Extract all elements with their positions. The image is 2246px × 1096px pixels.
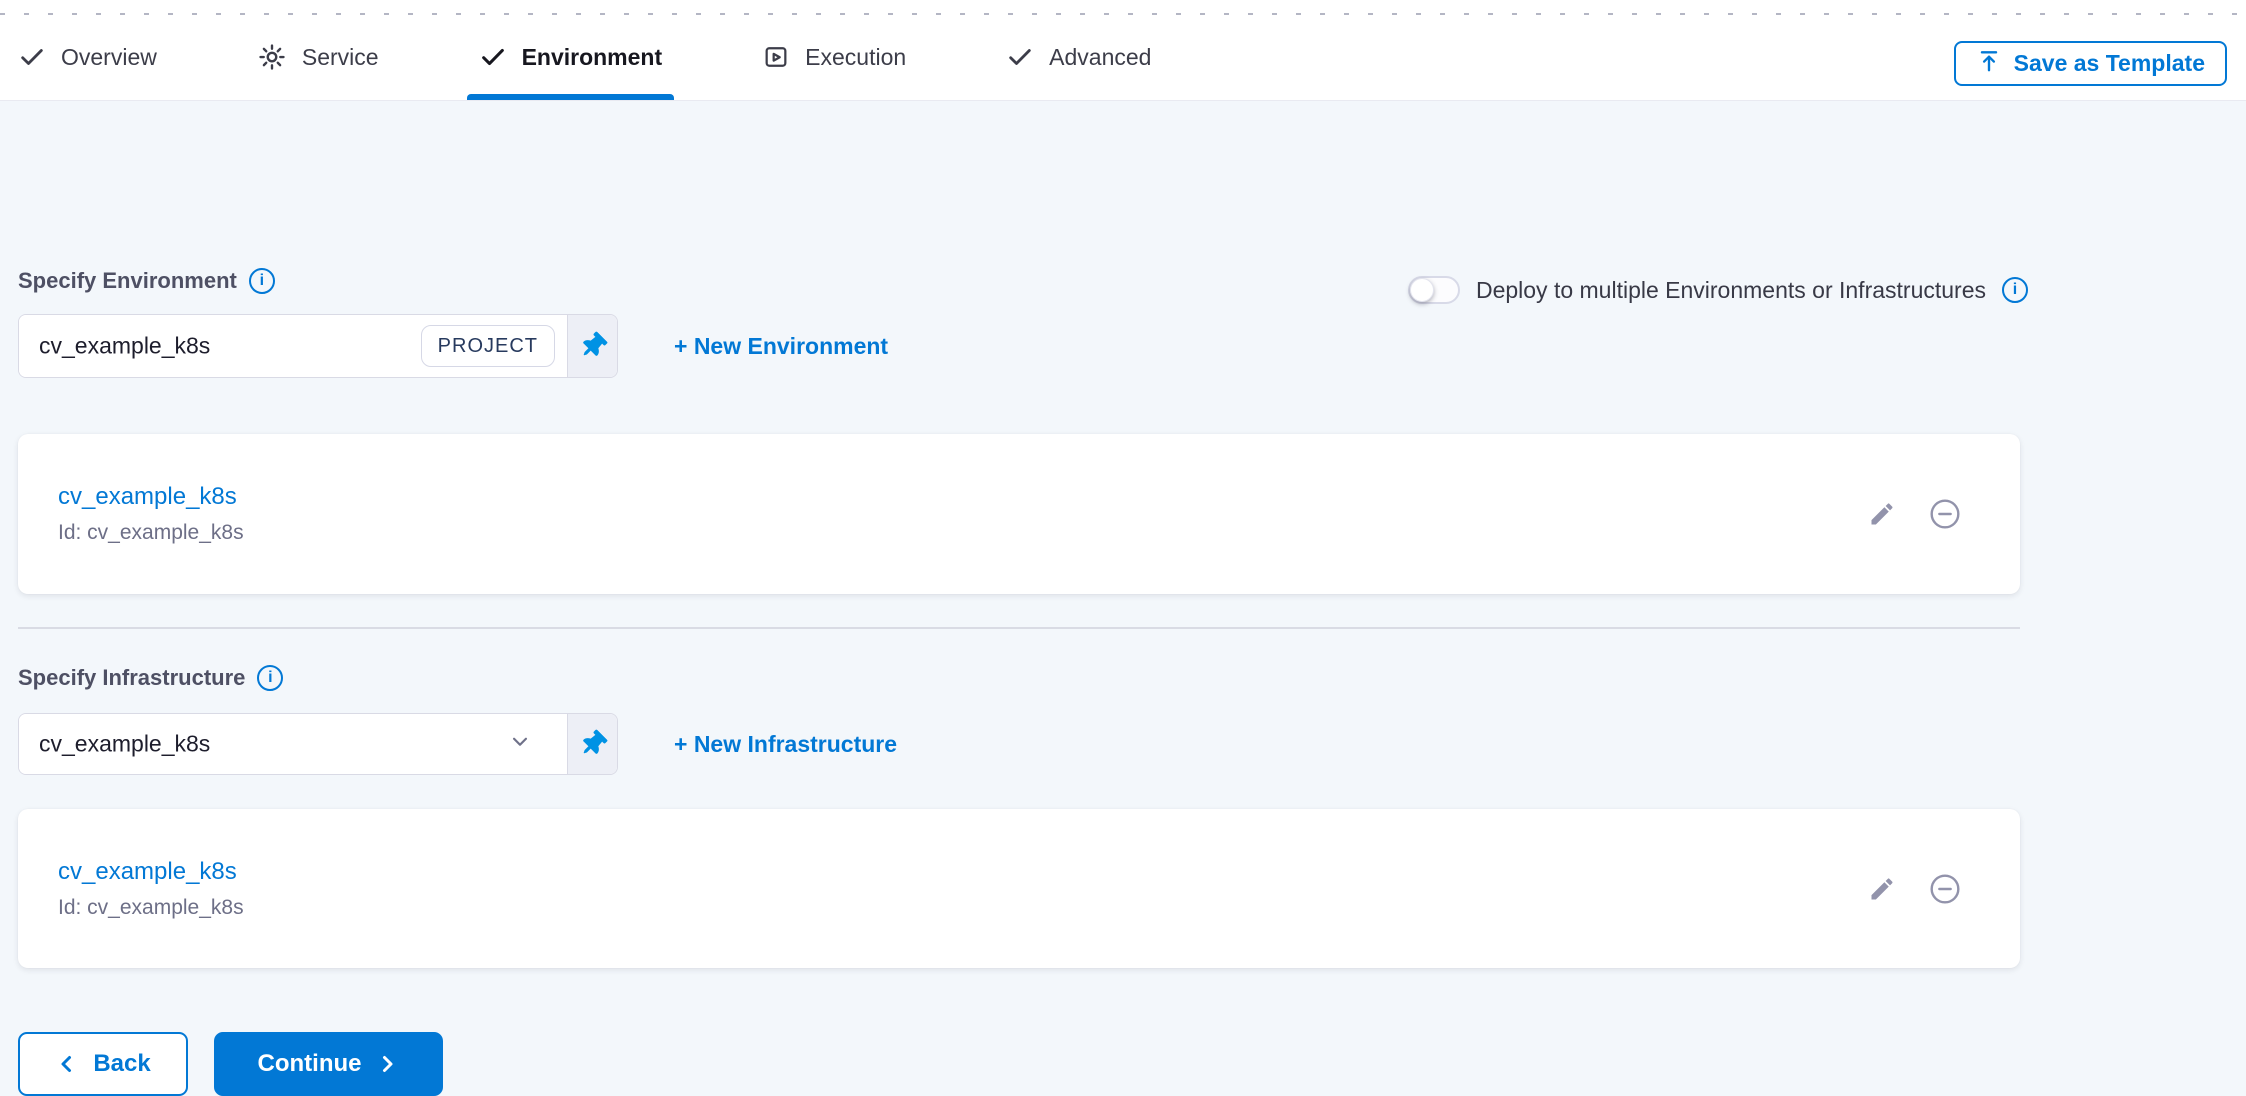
infrastructure-pin-button[interactable] <box>567 714 617 774</box>
infrastructure-card-id: Id: cv_example_k8s <box>58 896 2020 920</box>
info-icon[interactable]: i <box>257 665 283 691</box>
stage-tab-bar: Overview Service Environment <box>0 0 2246 101</box>
toggle-knob <box>1410 278 1434 302</box>
pencil-icon <box>1868 500 1896 528</box>
tab-label: Execution <box>805 44 906 71</box>
chevron-down-icon <box>507 729 533 760</box>
tab-label: Environment <box>522 44 663 71</box>
info-icon[interactable]: i <box>249 268 275 294</box>
tab-label: Advanced <box>1049 44 1151 71</box>
infrastructure-card-title-link[interactable]: cv_example_k8s <box>58 858 237 886</box>
back-button[interactable]: Back <box>18 1032 188 1096</box>
environment-select-field[interactable]: cv_example_k8s PROJECT <box>19 315 567 377</box>
environment-stage-panel: Specify Environment i Deploy to multiple… <box>0 101 2246 1026</box>
upload-icon <box>1976 48 2002 80</box>
deploy-multiple-toggle-label: Deploy to multiple Environments or Infra… <box>1476 277 1986 304</box>
chevron-right-icon <box>375 1052 399 1076</box>
gear-icon <box>257 42 287 72</box>
pin-icon <box>575 726 610 761</box>
environment-card: cv_example_k8s Id: cv_example_k8s <box>18 434 2020 594</box>
edit-button[interactable] <box>1868 500 1896 528</box>
check-icon <box>1006 43 1034 71</box>
specify-environment-label: Specify Environment i <box>18 268 275 294</box>
tab-service[interactable]: Service <box>257 14 379 100</box>
new-infrastructure-link[interactable]: + New Infrastructure <box>674 713 897 775</box>
tab-label: Service <box>302 44 379 71</box>
infrastructure-card-actions <box>1868 872 1962 906</box>
infrastructure-select-group: cv_example_k8s <box>18 713 618 775</box>
environment-selected-value: cv_example_k8s <box>39 333 210 360</box>
continue-button[interactable]: Continue <box>214 1032 443 1096</box>
tab-label: Overview <box>61 44 157 71</box>
check-icon <box>18 43 46 71</box>
pin-icon <box>575 328 610 363</box>
environment-select-group: cv_example_k8s PROJECT <box>18 314 618 378</box>
stage-tabs: Overview Service Environment <box>18 14 1151 100</box>
check-icon <box>479 43 507 71</box>
remove-button[interactable] <box>1928 872 1962 906</box>
infrastructure-selected-value: cv_example_k8s <box>39 731 210 758</box>
active-tab-underline <box>467 94 675 100</box>
infrastructure-card: cv_example_k8s Id: cv_example_k8s <box>18 809 2020 968</box>
footer-buttons: Back Continue <box>18 1032 443 1096</box>
chevron-left-icon <box>55 1052 79 1076</box>
deploy-multiple-toggle[interactable] <box>1408 276 1460 304</box>
infrastructure-select-field[interactable]: cv_example_k8s <box>19 714 567 774</box>
edit-button[interactable] <box>1868 875 1896 903</box>
specify-infrastructure-label: Specify Infrastructure i <box>18 665 283 691</box>
save-as-template-label: Save as Template <box>2014 50 2205 77</box>
pencil-icon <box>1868 875 1896 903</box>
environment-pin-button[interactable] <box>567 315 617 377</box>
tab-advanced[interactable]: Advanced <box>1006 14 1151 100</box>
info-icon[interactable]: i <box>2002 277 2028 303</box>
minus-circle-icon <box>1928 497 1962 531</box>
execution-icon <box>762 43 790 71</box>
remove-button[interactable] <box>1928 497 1962 531</box>
environment-card-actions <box>1868 497 1962 531</box>
new-environment-link[interactable]: + New Environment <box>674 314 888 378</box>
section-divider <box>18 627 2020 629</box>
tab-overview[interactable]: Overview <box>18 14 157 100</box>
tab-environment[interactable]: Environment <box>479 14 663 100</box>
environment-card-title-link[interactable]: cv_example_k8s <box>58 483 237 511</box>
deploy-multiple-toggle-row: Deploy to multiple Environments or Infra… <box>1408 276 2028 304</box>
scope-tag: PROJECT <box>421 325 555 367</box>
save-as-template-button[interactable]: Save as Template <box>1954 41 2227 86</box>
environment-card-id: Id: cv_example_k8s <box>58 521 2020 545</box>
tab-execution[interactable]: Execution <box>762 14 906 100</box>
minus-circle-icon <box>1928 872 1962 906</box>
